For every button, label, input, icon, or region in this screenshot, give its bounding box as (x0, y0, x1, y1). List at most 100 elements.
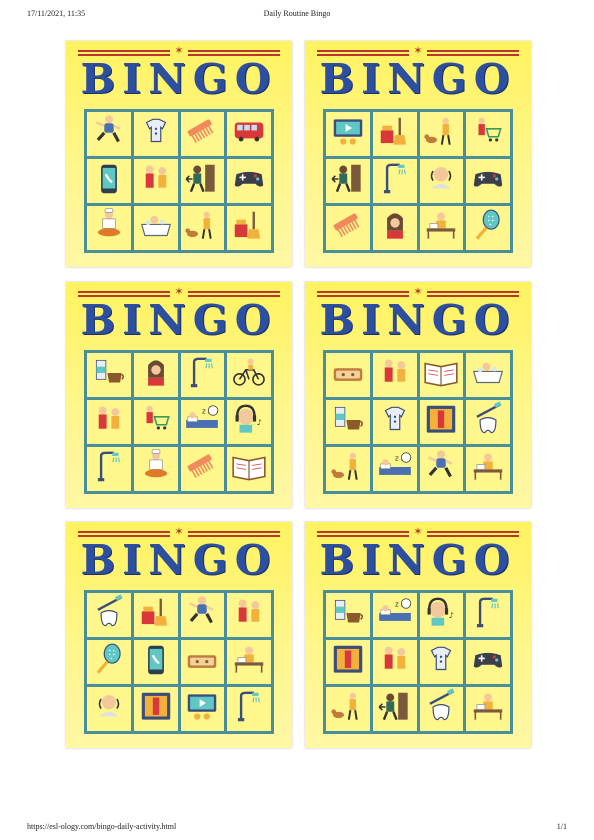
studying-icon (422, 401, 460, 444)
bingo-cell[interactable] (133, 640, 178, 684)
bingo-cell[interactable] (87, 447, 131, 491)
bingo-cell[interactable] (466, 447, 510, 491)
bingo-cell[interactable] (133, 353, 178, 397)
bingo-cell[interactable] (326, 353, 370, 397)
bingo-cell[interactable] (372, 687, 417, 731)
family-icon (137, 160, 175, 203)
bingo-cell[interactable] (372, 112, 417, 156)
walking-dog-icon (329, 448, 367, 491)
bingo-cell[interactable] (419, 687, 464, 731)
bingo-cell[interactable] (227, 206, 271, 250)
bingo-grid: z z ♪ (84, 350, 274, 494)
bingo-title: BINGO (80, 55, 278, 103)
bingo-cell[interactable] (466, 400, 510, 444)
bingo-cell[interactable] (326, 206, 370, 250)
sleeping-icon: z z (376, 448, 414, 491)
bingo-cell[interactable] (419, 400, 464, 444)
washing-face-icon (422, 160, 460, 203)
bingo-card: ✶ BINGO (305, 41, 531, 267)
bingo-cell[interactable] (372, 206, 417, 250)
bingo-cell[interactable] (466, 112, 510, 156)
bingo-cell[interactable] (87, 640, 131, 684)
bingo-cell[interactable] (419, 112, 464, 156)
bingo-cell[interactable] (372, 400, 417, 444)
print-url[interactable]: https://esl-ology.com/bingo-daily-activi… (27, 822, 176, 831)
bingo-cell[interactable] (227, 593, 271, 637)
bingo-cell[interactable] (326, 159, 370, 203)
bingo-cell[interactable] (133, 206, 178, 250)
bingo-cell[interactable] (87, 400, 131, 444)
bingo-cell[interactable]: ♪ (419, 593, 464, 637)
bingo-cell[interactable] (466, 687, 510, 731)
bingo-cell[interactable] (133, 159, 178, 203)
bingo-cell[interactable]: z z (372, 447, 417, 491)
walking-dog-icon (329, 688, 367, 731)
bingo-cell[interactable] (227, 640, 271, 684)
svg-text:♪: ♪ (449, 610, 454, 619)
bingo-cell[interactable]: z z (372, 593, 417, 637)
bingo-cell[interactable] (326, 400, 370, 444)
shower-icon (376, 160, 414, 203)
bingo-cell[interactable] (180, 159, 225, 203)
bingo-cell[interactable] (180, 593, 225, 637)
bingo-cell[interactable] (180, 640, 225, 684)
bingo-cell[interactable] (466, 159, 510, 203)
bingo-cell[interactable] (133, 447, 178, 491)
bingo-cell[interactable] (419, 640, 464, 684)
bingo-cell[interactable] (227, 112, 271, 156)
bingo-cell[interactable] (87, 112, 131, 156)
family-icon (90, 401, 128, 444)
shower-icon (90, 448, 128, 491)
bingo-cell[interactable] (419, 447, 464, 491)
comb-icon (183, 448, 221, 491)
bingo-cell[interactable] (133, 400, 178, 444)
bingo-cell[interactable] (227, 687, 271, 731)
bingo-card: ✶ BINGO z z (305, 282, 531, 508)
bingo-cell[interactable] (227, 447, 271, 491)
cycling-icon (230, 354, 268, 397)
bingo-cell[interactable] (326, 593, 370, 637)
going-out-icon (329, 160, 367, 203)
bingo-card: ✶ BINGO (66, 522, 292, 748)
bingo-cell[interactable] (326, 640, 370, 684)
bingo-cell[interactable] (87, 593, 131, 637)
shopping-icon (137, 401, 175, 444)
bingo-cell[interactable]: ♪ (227, 400, 271, 444)
bingo-cell[interactable] (419, 353, 464, 397)
bingo-cell[interactable] (326, 687, 370, 731)
bingo-cell[interactable] (419, 159, 464, 203)
listening-music-icon: ♪ (422, 594, 460, 637)
bingo-cell[interactable] (372, 353, 417, 397)
bingo-cell[interactable] (466, 593, 510, 637)
bingo-cell[interactable] (180, 687, 225, 731)
bingo-cell[interactable] (133, 593, 178, 637)
bingo-cell[interactable] (133, 687, 178, 731)
bingo-cell[interactable] (466, 353, 510, 397)
bingo-cell[interactable]: z z (180, 400, 225, 444)
hairbrush-icon (90, 641, 128, 684)
bingo-cell[interactable] (133, 112, 178, 156)
bingo-cell[interactable] (227, 353, 271, 397)
bingo-cell[interactable] (87, 159, 131, 203)
bingo-cell[interactable] (326, 112, 370, 156)
bingo-cell[interactable] (180, 206, 225, 250)
bingo-cell[interactable] (372, 640, 417, 684)
bingo-cell[interactable] (180, 447, 225, 491)
bingo-cell[interactable] (466, 640, 510, 684)
bingo-cell[interactable] (419, 206, 464, 250)
bingo-cell[interactable] (87, 353, 131, 397)
studying-icon (329, 641, 367, 684)
bingo-cell[interactable] (227, 159, 271, 203)
running-icon (183, 594, 221, 637)
bingo-cell[interactable] (87, 206, 131, 250)
video-game-icon (469, 641, 507, 684)
bingo-cell[interactable] (87, 687, 131, 731)
bingo-cell[interactable] (180, 112, 225, 156)
bingo-cell[interactable] (326, 447, 370, 491)
bingo-grid (323, 109, 513, 253)
bingo-cell[interactable] (180, 353, 225, 397)
bingo-cell[interactable] (372, 159, 417, 203)
bath-icon (469, 354, 507, 397)
family-icon (376, 641, 414, 684)
bingo-cell[interactable] (466, 206, 510, 250)
